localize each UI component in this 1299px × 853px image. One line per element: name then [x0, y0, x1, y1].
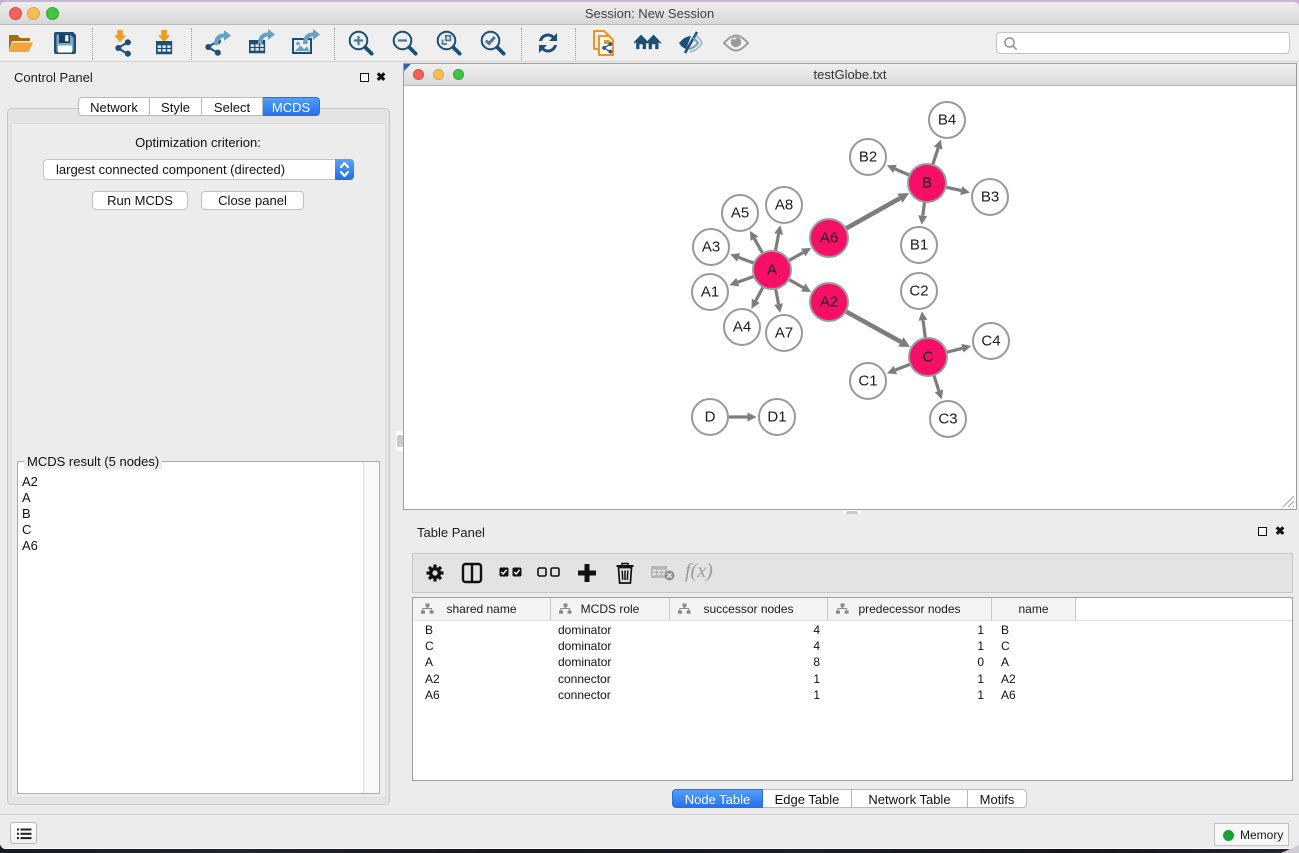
- svg-text:C4: C4: [981, 333, 1000, 350]
- svg-text:D1: D1: [767, 409, 786, 426]
- svg-text:A3: A3: [702, 239, 720, 256]
- svg-text:B3: B3: [981, 189, 999, 206]
- svg-text:C2: C2: [909, 283, 928, 300]
- svg-text:A7: A7: [775, 325, 793, 342]
- svg-text:A: A: [767, 262, 777, 279]
- svg-text:B1: B1: [910, 237, 928, 254]
- svg-text:A6: A6: [820, 230, 838, 247]
- svg-text:A5: A5: [731, 205, 749, 222]
- svg-text:C3: C3: [938, 411, 957, 428]
- svg-text:A2: A2: [820, 294, 838, 311]
- svg-text:C: C: [923, 349, 934, 366]
- svg-text:B: B: [922, 175, 932, 192]
- svg-text:D: D: [705, 409, 716, 426]
- svg-text:B2: B2: [859, 149, 877, 166]
- svg-text:A4: A4: [733, 319, 751, 336]
- svg-text:B4: B4: [938, 112, 956, 129]
- svg-text:A8: A8: [775, 197, 793, 214]
- svg-text:A1: A1: [701, 284, 719, 301]
- svg-text:C1: C1: [858, 373, 877, 390]
